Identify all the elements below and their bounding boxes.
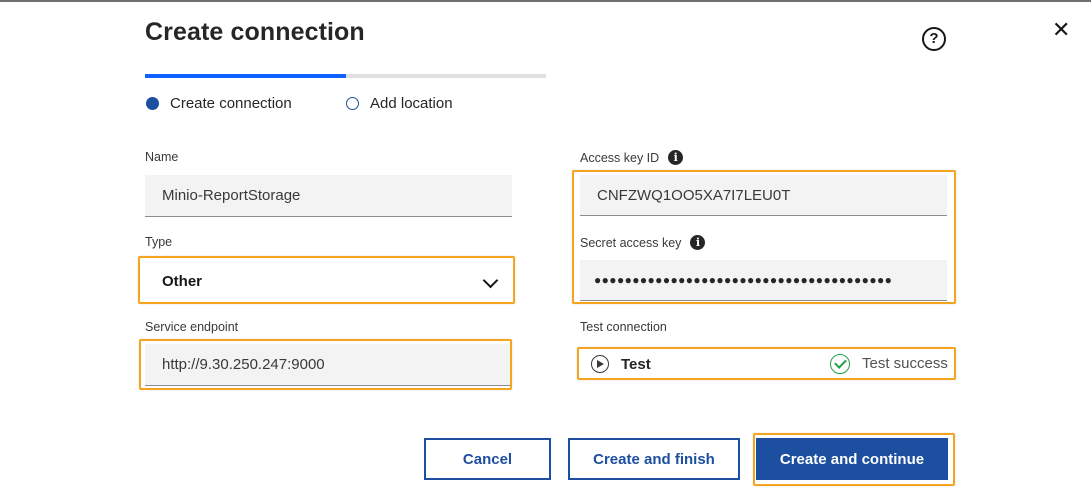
create-and-finish-button[interactable]: Create and finish — [568, 438, 740, 480]
step-label: Create connection — [170, 95, 292, 112]
type-label: Type — [145, 235, 173, 249]
test-connection-highlight — [577, 347, 956, 380]
service-endpoint-highlight — [139, 339, 512, 390]
help-icon[interactable]: ? — [922, 27, 946, 51]
access-key-id-label: Access key ID i — [580, 150, 684, 165]
chevron-down-icon — [482, 272, 499, 289]
step-current-indicator-icon — [146, 97, 159, 110]
cancel-button[interactable]: Cancel — [424, 438, 551, 480]
create-and-continue-highlight — [753, 433, 955, 486]
name-label: Name — [145, 150, 179, 164]
step-add-location: Add location — [346, 95, 453, 112]
top-border — [0, 0, 1091, 2]
step-label: Add location — [370, 95, 453, 112]
info-icon[interactable]: i — [668, 150, 684, 165]
name-input[interactable]: Minio-ReportStorage — [145, 175, 512, 217]
name-input-value: Minio-ReportStorage — [162, 187, 301, 204]
step-upcoming-indicator-icon — [346, 97, 359, 110]
service-endpoint-label: Service endpoint — [145, 320, 239, 334]
close-icon[interactable]: ✕ — [1052, 19, 1070, 41]
progress-bar — [145, 74, 546, 78]
test-connection-label: Test connection — [580, 320, 667, 334]
progress-bar-fill — [145, 74, 346, 78]
dialog-title: Create connection — [145, 18, 365, 46]
type-select-value: Other — [162, 272, 203, 290]
type-select[interactable]: Other — [143, 261, 512, 301]
step-create-connection: Create connection — [146, 95, 292, 112]
access-keys-highlight — [572, 170, 956, 304]
access-key-id-label-text: Access key ID — [580, 150, 660, 165]
